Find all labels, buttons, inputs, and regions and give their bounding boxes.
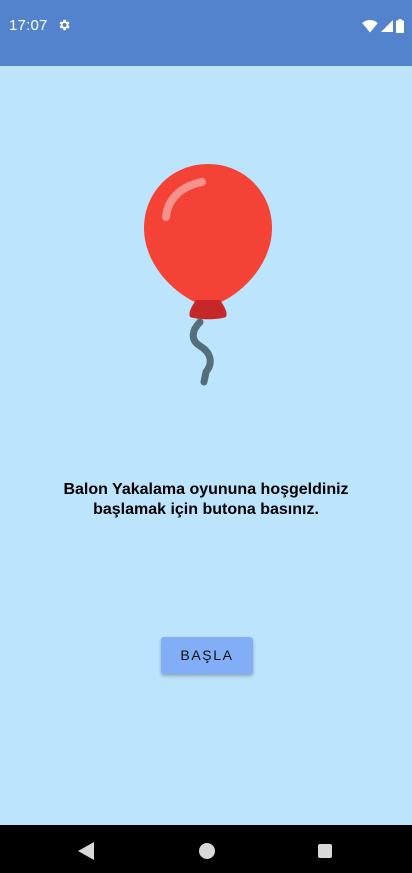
gear-icon [59,19,70,31]
welcome-message: Balon Yakalama oyununa hoşgeldiniz başla… [63,481,349,518]
recents-icon[interactable] [318,844,332,858]
main-content: Balon Yakalama oyununa hoşgeldiniz başla… [0,66,412,825]
balloon-icon [144,164,272,386]
wifi-icon [362,20,378,33]
start-button[interactable]: BAŞLA [161,637,253,674]
home-icon[interactable] [199,843,215,859]
navigation-bar [0,825,412,873]
status-time: 17:07 [9,17,48,34]
signal-icon [381,20,393,32]
status-icons [362,18,404,34]
back-icon[interactable] [78,842,94,860]
status-bar: 17:07 [0,0,412,66]
battery-icon [396,19,404,33]
